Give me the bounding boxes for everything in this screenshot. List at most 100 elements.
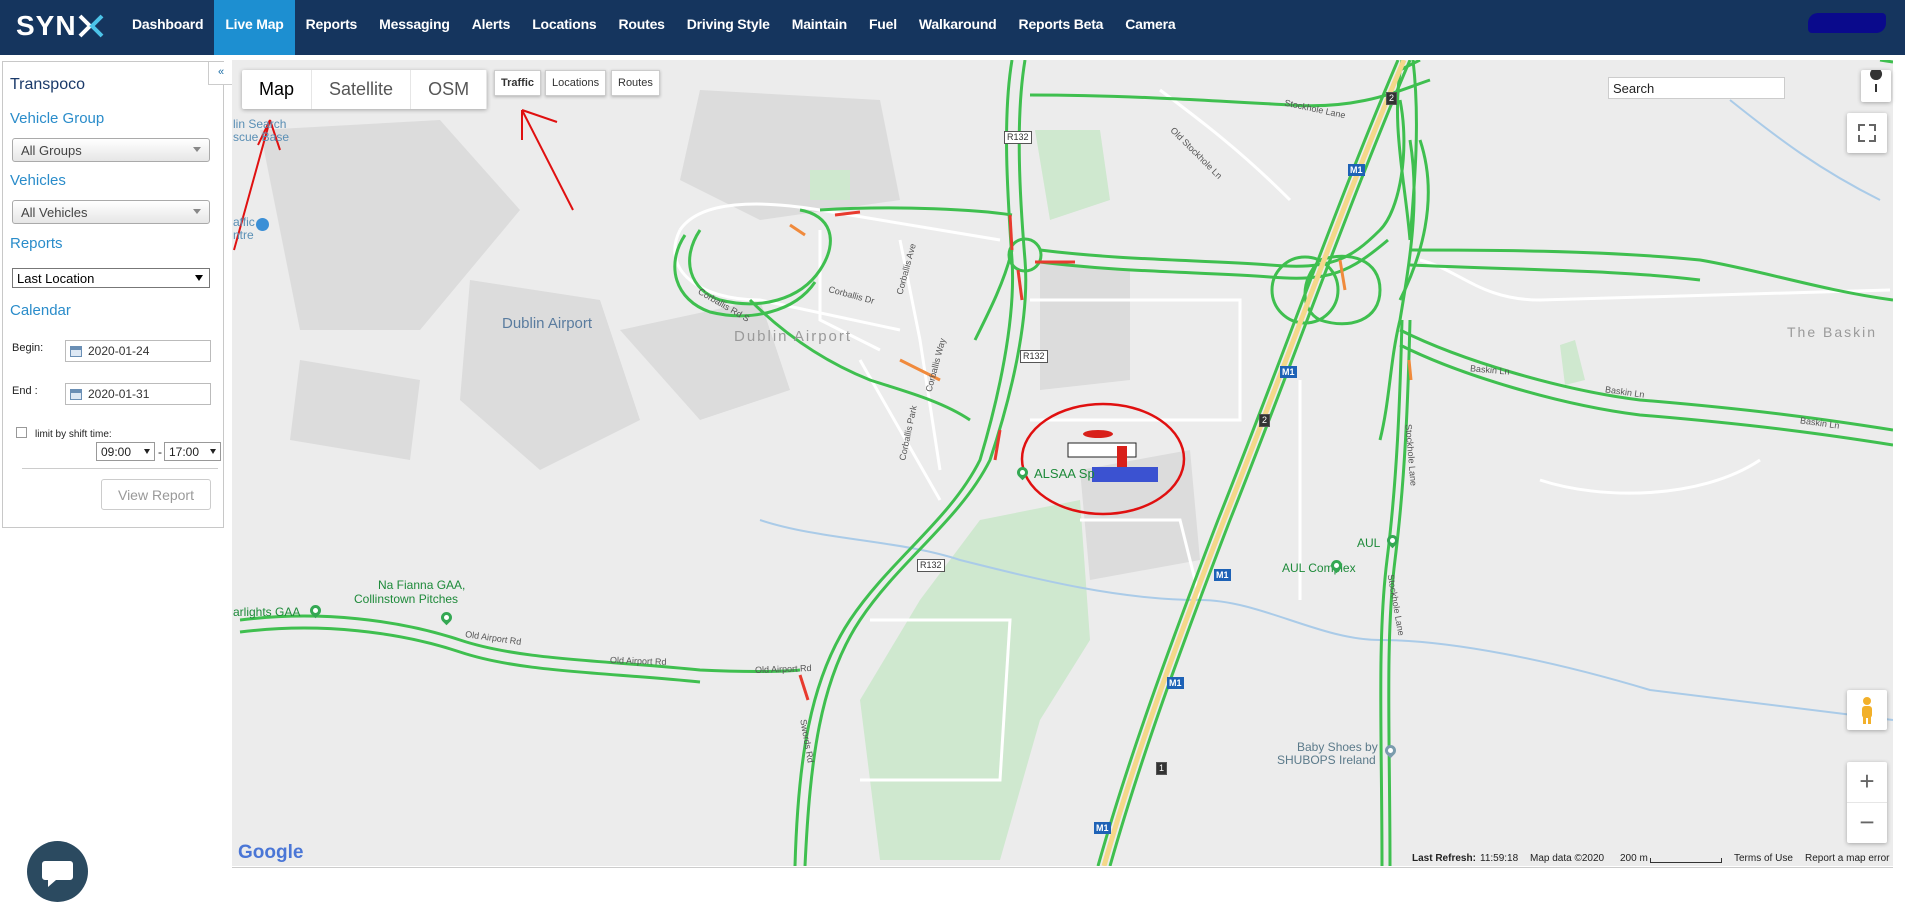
shift-start-value: 09:00 bbox=[101, 445, 132, 459]
shift-time-checkbox[interactable] bbox=[16, 427, 27, 438]
map-canvas[interactable] bbox=[232, 60, 1893, 866]
baby-shoes-label-1: Baby Shoes by bbox=[1297, 740, 1378, 754]
starlights-label: arlights GAA bbox=[233, 605, 301, 619]
pin-control[interactable] bbox=[1861, 68, 1891, 102]
last-refresh-time: 11:59:18 bbox=[1480, 853, 1519, 864]
road-shield-r132-c: R132 bbox=[917, 559, 945, 572]
nav-live-map[interactable]: Live Map bbox=[214, 0, 295, 55]
nav-locations[interactable]: Locations bbox=[521, 0, 607, 55]
exit-marker-2a: 2 bbox=[1386, 92, 1398, 105]
begin-date-value: 2020-01-24 bbox=[88, 344, 150, 358]
begin-date-input[interactable]: 2020-01-24 bbox=[65, 340, 211, 362]
last-refresh-label: Last Refresh: bbox=[1412, 853, 1476, 864]
vehicle-group-select[interactable]: All Groups bbox=[12, 138, 210, 162]
road-shield-m1-d: M1 bbox=[1167, 677, 1184, 689]
user-menu-redacted[interactable] bbox=[1808, 13, 1886, 33]
pegman-icon bbox=[1862, 697, 1872, 724]
fullscreen-icon bbox=[1858, 124, 1876, 142]
vehicles-label: Vehicles bbox=[10, 172, 66, 189]
nav-routes[interactable]: Routes bbox=[608, 0, 676, 55]
fullscreen-button[interactable] bbox=[1847, 113, 1887, 153]
logo-x-icon bbox=[78, 14, 103, 38]
chat-icon bbox=[42, 861, 73, 887]
na-fianna-label-1: Na Fianna GAA, bbox=[378, 578, 466, 592]
collapse-sidebar-button[interactable]: « bbox=[208, 62, 233, 85]
nav-camera[interactable]: Camera bbox=[1114, 0, 1186, 55]
green-fields bbox=[810, 130, 1585, 860]
routes-layer-button[interactable]: Routes bbox=[611, 70, 660, 96]
view-report-button[interactable]: View Report bbox=[101, 479, 211, 510]
road-shield-m1-b: M1 bbox=[1280, 366, 1297, 378]
end-label: End : bbox=[12, 385, 38, 397]
search-rescue-label-2: scue Base bbox=[233, 130, 290, 144]
dublin-airport-grey-label: Dublin Airport bbox=[734, 328, 853, 345]
live-map[interactable] bbox=[232, 60, 1893, 866]
google-logo[interactable]: Google bbox=[238, 842, 303, 864]
zoom-in-button[interactable]: + bbox=[1847, 762, 1887, 803]
nav-reports-beta[interactable]: Reports Beta bbox=[1008, 0, 1115, 55]
road-shield-r132-a: R132 bbox=[1004, 131, 1032, 144]
chat-button[interactable] bbox=[27, 841, 88, 902]
report-type-value: Last Location bbox=[17, 271, 95, 286]
main-nav: Dashboard Live Map Reports Messaging Ale… bbox=[121, 0, 1186, 55]
map-scale-bar bbox=[1650, 858, 1722, 863]
reports-label: Reports bbox=[10, 235, 63, 252]
road-shield-m1-a: M1 bbox=[1348, 164, 1365, 176]
company-name: Transpoco bbox=[10, 76, 85, 93]
shift-time-label: limit by shift time: bbox=[35, 429, 112, 440]
baby-shoes-label-2: SHUBOPS Ireland bbox=[1277, 753, 1376, 767]
locations-layer-button[interactable]: Locations bbox=[545, 70, 607, 96]
nav-alerts[interactable]: Alerts bbox=[461, 0, 521, 55]
map-type-control: Map Satellite OSM bbox=[242, 70, 488, 109]
traffic-centre-icon[interactable] bbox=[256, 218, 269, 231]
calendar-icon bbox=[70, 389, 82, 400]
search-rescue-label-1: lin Search bbox=[233, 117, 287, 131]
road-label-old-airport-rd-2: Old Airport Rd bbox=[609, 655, 667, 667]
nav-driving-style[interactable]: Driving Style bbox=[676, 0, 781, 55]
chevron-down-icon bbox=[210, 449, 216, 454]
nav-maintain[interactable]: Maintain bbox=[781, 0, 858, 55]
report-type-select[interactable]: Last Location bbox=[12, 268, 210, 288]
zoom-out-button[interactable]: − bbox=[1847, 803, 1887, 843]
nav-reports[interactable]: Reports bbox=[295, 0, 369, 55]
na-fianna-label-2: Collinstown Pitches bbox=[354, 592, 459, 606]
map-type-map[interactable]: Map bbox=[242, 70, 313, 109]
shift-start-select[interactable]: 09:00 bbox=[96, 442, 155, 461]
terms-of-use-link[interactable]: Terms of Use bbox=[1734, 853, 1793, 864]
street-view-button[interactable] bbox=[1847, 690, 1887, 730]
road-shield-r132-b: R132 bbox=[1020, 350, 1048, 363]
traffic-centre-label-1: affic bbox=[233, 215, 255, 229]
map-data-attribution: Map data ©2020 bbox=[1530, 853, 1605, 864]
calendar-icon bbox=[70, 346, 82, 357]
pin-icon bbox=[1870, 68, 1883, 92]
traffic-layer-button[interactable]: Traffic bbox=[494, 70, 542, 96]
chevron-down-icon bbox=[195, 275, 203, 281]
nav-walkaround[interactable]: Walkaround bbox=[908, 0, 1008, 55]
synx-logo[interactable]: SYN bbox=[16, 10, 104, 42]
the-baskin-label: The Baskin bbox=[1787, 324, 1878, 340]
road-label-old-airport-rd-3: Old Airport Rd bbox=[754, 663, 812, 675]
map-scale-label: 200 m bbox=[1620, 853, 1648, 864]
chevron-down-icon bbox=[144, 449, 150, 454]
aul-label: AUL bbox=[1357, 536, 1381, 550]
map-search-input[interactable]: Search bbox=[1608, 77, 1785, 99]
end-date-input[interactable]: 2020-01-31 bbox=[65, 383, 211, 405]
nav-messaging[interactable]: Messaging bbox=[368, 0, 461, 55]
top-navigation-bar: SYN Dashboard Live Map Reports Messaging… bbox=[0, 0, 1905, 55]
vehicles-select[interactable]: All Vehicles bbox=[12, 200, 210, 224]
report-map-error-link[interactable]: Report a map error bbox=[1805, 853, 1889, 864]
map-type-satellite[interactable]: Satellite bbox=[312, 70, 412, 109]
begin-label: Begin: bbox=[12, 342, 44, 354]
nav-fuel[interactable]: Fuel bbox=[858, 0, 908, 55]
map-type-osm[interactable]: OSM bbox=[411, 70, 488, 109]
road-shield-m1-e: M1 bbox=[1094, 822, 1111, 834]
vehicles-value: All Vehicles bbox=[21, 205, 88, 220]
road-shield-m1-c: M1 bbox=[1214, 569, 1231, 581]
exit-marker-2b: 2 bbox=[1259, 414, 1271, 427]
aul-complex-label: AUL Complex bbox=[1282, 561, 1356, 575]
shift-end-select[interactable]: 17:00 bbox=[164, 442, 221, 461]
sidebar-divider bbox=[22, 468, 218, 469]
dublin-airport-map-label: Dublin Airport bbox=[502, 315, 593, 332]
shift-separator: - bbox=[158, 445, 162, 459]
nav-dashboard[interactable]: Dashboard bbox=[121, 0, 214, 55]
